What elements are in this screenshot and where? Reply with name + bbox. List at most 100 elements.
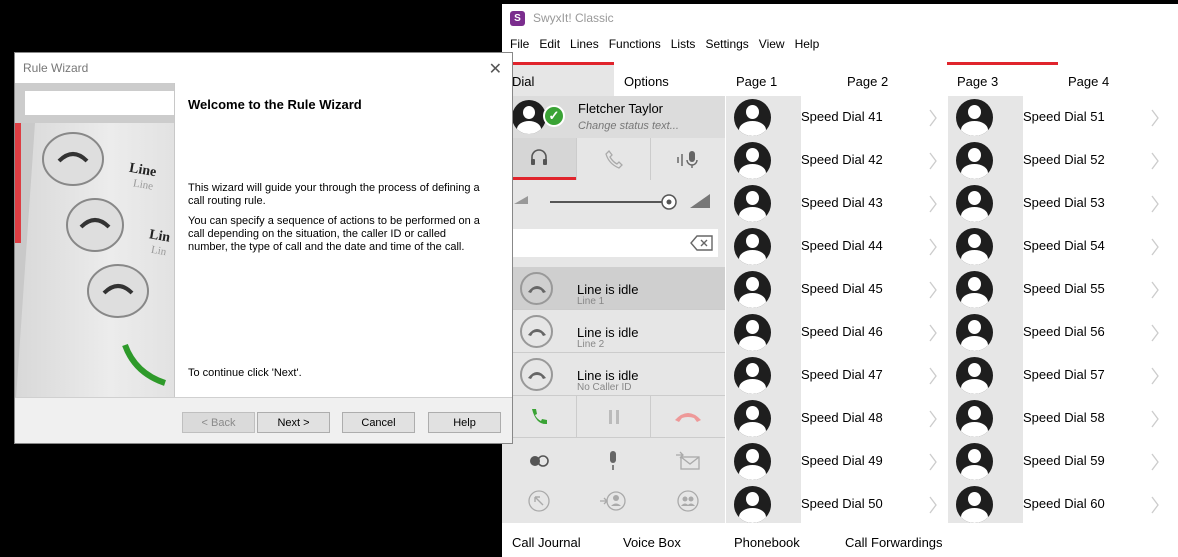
chevron-right-icon[interactable] (928, 151, 938, 171)
divider (174, 83, 175, 397)
speed-dial-button[interactable]: Speed Dial 41 (726, 96, 946, 139)
handsfree-button[interactable] (650, 138, 725, 180)
speed-dial-button[interactable]: Speed Dial 51 (948, 96, 1168, 139)
chevron-right-icon[interactable] (928, 194, 938, 214)
chevron-right-icon[interactable] (1150, 366, 1160, 386)
chevron-right-icon[interactable] (1150, 452, 1160, 472)
mute-button[interactable] (576, 441, 650, 481)
forward-button[interactable] (576, 481, 650, 521)
user-name: Fletcher Taylor (578, 101, 664, 116)
handset-button[interactable] (575, 138, 651, 180)
menu-functions[interactable]: Functions (609, 37, 661, 51)
chevron-right-icon[interactable] (1150, 151, 1160, 171)
status-text[interactable]: Change status text... (578, 120, 679, 132)
tab-call-forwardings[interactable]: Call Forwardings (835, 528, 946, 557)
chevron-right-icon[interactable] (1150, 108, 1160, 128)
tab-page-3[interactable]: Page 3 (947, 62, 1058, 96)
chevron-right-icon[interactable] (928, 280, 938, 300)
tab-voice-box[interactable]: Voice Box (613, 528, 724, 557)
chevron-right-icon[interactable] (928, 409, 938, 429)
contact-avatar (956, 185, 993, 222)
cancel-button[interactable]: Cancel (342, 412, 415, 433)
tab-page-4[interactable]: Page 4 (1058, 62, 1178, 96)
hangup-handset-icon (520, 358, 553, 391)
tab-options[interactable]: Options (614, 62, 726, 96)
conference-button[interactable] (502, 441, 576, 481)
speed-dial-button[interactable]: Speed Dial 59 (948, 440, 1168, 483)
close-icon[interactable]: ✕ (489, 59, 502, 79)
speed-dial-button[interactable]: Speed Dial 46 (726, 311, 946, 354)
tab-page-1[interactable]: Page 1 (726, 62, 837, 96)
speed-dial-button[interactable]: Speed Dial 57 (948, 354, 1168, 397)
chevron-right-icon[interactable] (928, 452, 938, 472)
microphone-level-icon (677, 151, 698, 168)
speed-dial-button[interactable]: Speed Dial 43 (726, 182, 946, 225)
line-status: Line is idle (577, 368, 639, 383)
rule-wizard-dialog: Rule Wizard ✕ Line Line Lin Lin Welcome … (14, 52, 513, 444)
tab-call-journal[interactable]: Call Journal (502, 528, 613, 557)
line-1-button[interactable]: Line is idle Line 1 (502, 267, 725, 310)
contact-avatar (734, 400, 771, 437)
phone-illustration: Line Line Lin Lin (15, 83, 174, 397)
menu-edit[interactable]: Edit (539, 37, 560, 51)
chevron-right-icon[interactable] (928, 366, 938, 386)
speed-dial-label: Speed Dial 41 (801, 96, 946, 139)
line-status: Line is idle (577, 282, 639, 297)
hangup-handset-icon (520, 272, 553, 305)
contact-avatar (956, 314, 993, 351)
help-button[interactable]: Help (428, 412, 501, 433)
pickup-button[interactable] (502, 396, 576, 437)
chevron-right-icon[interactable] (1150, 323, 1160, 343)
menu-lists[interactable]: Lists (671, 37, 696, 51)
speed-dial-button[interactable]: Speed Dial 49 (726, 440, 946, 483)
chevron-right-icon[interactable] (1150, 280, 1160, 300)
chevron-right-icon[interactable] (928, 108, 938, 128)
chevron-right-icon[interactable] (1150, 194, 1160, 214)
chevron-right-icon[interactable] (1150, 409, 1160, 429)
speed-dial-button[interactable]: Speed Dial 50 (726, 483, 946, 526)
hold-button[interactable] (575, 396, 651, 437)
chevron-right-icon[interactable] (1150, 495, 1160, 515)
speed-dial-button[interactable]: Speed Dial 52 (948, 139, 1168, 182)
backspace-icon[interactable] (690, 234, 714, 252)
tab-phonebook[interactable]: Phonebook (724, 528, 835, 557)
group-button[interactable] (651, 481, 725, 521)
speed-dial-button[interactable]: Speed Dial 45 (726, 268, 946, 311)
speed-dial-button[interactable]: Speed Dial 58 (948, 397, 1168, 440)
hangup-button[interactable] (650, 396, 725, 437)
back-button[interactable]: < Back (182, 412, 255, 433)
speed-dial-button[interactable]: Speed Dial 56 (948, 311, 1168, 354)
next-button[interactable]: Next > (257, 412, 330, 433)
menu-lines[interactable]: Lines (570, 37, 599, 51)
voicemail-button[interactable] (651, 441, 725, 481)
chevron-right-icon[interactable] (1150, 237, 1160, 257)
chevron-right-icon[interactable] (928, 323, 938, 343)
transfer-button[interactable] (502, 481, 576, 521)
speed-dial-button[interactable]: Speed Dial 60 (948, 483, 1168, 526)
speed-dial-button[interactable]: Speed Dial 48 (726, 397, 946, 440)
dial-number-input[interactable] (510, 229, 718, 257)
tab-dial[interactable]: Dial (502, 62, 614, 96)
speed-dial-button[interactable]: Speed Dial 47 (726, 354, 946, 397)
menu-settings[interactable]: Settings (705, 37, 748, 51)
chevron-right-icon[interactable] (928, 237, 938, 257)
speed-dial-button[interactable]: Speed Dial 53 (948, 182, 1168, 225)
headset-icon (530, 148, 547, 165)
contact-avatar (956, 443, 993, 480)
menu-view[interactable]: View (759, 37, 785, 51)
menu-help[interactable]: Help (795, 37, 820, 51)
volume-slider[interactable] (502, 186, 725, 216)
speed-dial-label: Speed Dial 50 (801, 483, 946, 526)
window-title: SwyxIt! Classic (533, 11, 614, 25)
speed-dial-button[interactable]: Speed Dial 54 (948, 225, 1168, 268)
speed-dial-button[interactable]: Speed Dial 42 (726, 139, 946, 182)
speed-dial-button[interactable]: Speed Dial 55 (948, 268, 1168, 311)
speed-dial-button[interactable]: Speed Dial 44 (726, 225, 946, 268)
chevron-right-icon[interactable] (928, 495, 938, 515)
line-2-button[interactable]: Line is idle Line 2 (502, 310, 725, 353)
line-3-button[interactable]: Line is idle No Caller ID (502, 353, 725, 396)
menu-file[interactable]: File (510, 37, 529, 51)
tab-page-2[interactable]: Page 2 (837, 62, 947, 96)
user-status-row[interactable]: ✓ Fletcher Taylor Change status text... (502, 96, 725, 138)
headset-button[interactable] (502, 138, 576, 180)
